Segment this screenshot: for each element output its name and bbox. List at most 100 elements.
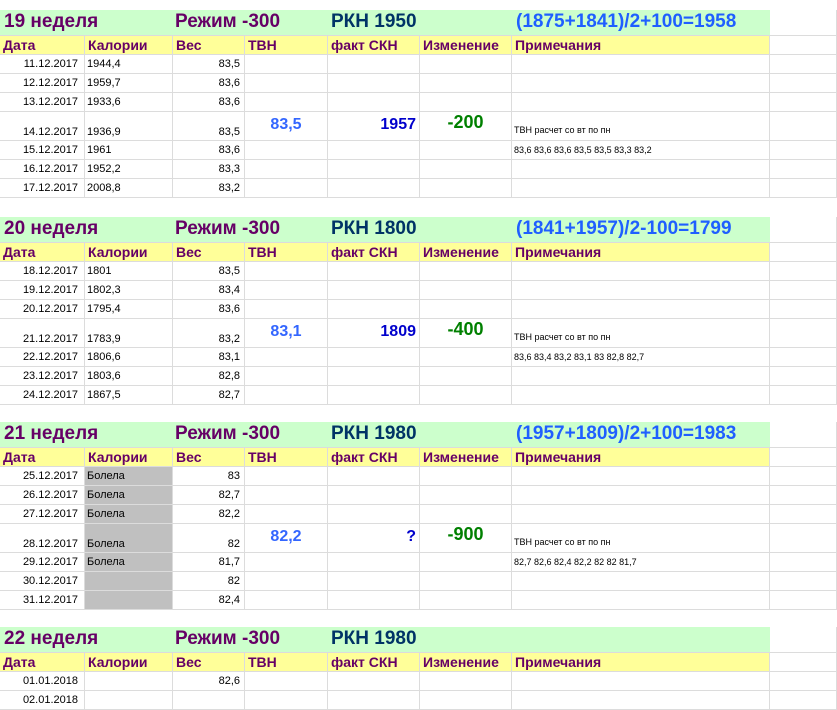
column-header-tvn: ТВН bbox=[245, 448, 328, 467]
mode-label: Режим -300 bbox=[173, 422, 328, 448]
tvn-cell bbox=[245, 281, 328, 300]
data-row: 26.12.2017 Болела 82,7 bbox=[0, 486, 837, 505]
fact-skn-cell bbox=[328, 367, 420, 386]
blank-cell bbox=[770, 448, 837, 467]
change-cell bbox=[420, 386, 512, 405]
blank-cell bbox=[770, 281, 837, 300]
data-row: 29.12.2017 Болела 81,7 82,7 82,6 82,4 82,2 … bbox=[0, 553, 837, 572]
calories-cell: 1961 bbox=[85, 141, 173, 160]
fact-skn-cell: 1957 bbox=[328, 112, 420, 141]
date-cell: 13.12.2017 bbox=[0, 93, 85, 112]
calories-cell: 1933,6 bbox=[85, 93, 173, 112]
weight-cell: 83,1 bbox=[173, 348, 245, 367]
formula bbox=[512, 627, 770, 653]
tvn-cell bbox=[245, 160, 328, 179]
column-header-notes: Примечания bbox=[512, 36, 770, 55]
note-cell bbox=[512, 486, 770, 505]
change-cell: -900 bbox=[420, 524, 512, 553]
blank-cell bbox=[770, 486, 837, 505]
tvn-cell bbox=[245, 262, 328, 281]
weight-cell: 83,2 bbox=[173, 179, 245, 198]
weight-cell: 83,5 bbox=[173, 262, 245, 281]
week-title: 21 неделя bbox=[0, 422, 173, 448]
date-cell: 15.12.2017 bbox=[0, 141, 85, 160]
formula: (1875+1841)/2+100=1958 bbox=[512, 10, 770, 36]
date-cell: 01.01.2018 bbox=[0, 672, 85, 691]
tvn-cell bbox=[245, 300, 328, 319]
tvn-cell: 83,5 bbox=[245, 112, 328, 141]
blank-cell bbox=[770, 319, 837, 348]
tvn-cell bbox=[245, 141, 328, 160]
date-cell: 14.12.2017 bbox=[0, 112, 85, 141]
note-cell bbox=[512, 300, 770, 319]
fact-skn-cell bbox=[328, 262, 420, 281]
fact-skn-cell bbox=[328, 281, 420, 300]
blank-cell bbox=[770, 112, 837, 141]
tvn-cell bbox=[245, 505, 328, 524]
mode-label: Режим -300 bbox=[173, 10, 328, 36]
spreadsheet: 19 неделя Режим -300 РКН 1950 (1875+1841)/2… bbox=[0, 0, 837, 710]
column-header-date: Дата bbox=[0, 243, 85, 262]
column-header-row: Дата Калории Вес ТВН факт СКН Изменение Примеч… bbox=[0, 36, 837, 55]
blank-cell bbox=[770, 505, 837, 524]
rkn-label: РКН 1950 bbox=[328, 10, 512, 36]
change-cell: -200 bbox=[420, 112, 512, 141]
data-row: 01.01.2018 82,6 bbox=[0, 672, 837, 691]
rkn-label: РКН 1980 bbox=[328, 422, 512, 448]
change-cell bbox=[420, 160, 512, 179]
date-cell: 18.12.2017 bbox=[0, 262, 85, 281]
blank-cell bbox=[770, 467, 837, 486]
calories-cell: 1867,5 bbox=[85, 386, 173, 405]
blank-cell bbox=[770, 179, 837, 198]
change-cell bbox=[420, 55, 512, 74]
tvn-cell bbox=[245, 691, 328, 710]
change-cell bbox=[420, 486, 512, 505]
blank-cell bbox=[770, 93, 837, 112]
weight-cell: 82,7 bbox=[173, 386, 245, 405]
tvn-cell bbox=[245, 553, 328, 572]
calories-cell: 2008,8 bbox=[85, 179, 173, 198]
date-cell: 11.12.2017 bbox=[0, 55, 85, 74]
weight-cell: 83,2 bbox=[173, 319, 245, 348]
tvn-cell bbox=[245, 572, 328, 591]
note-cell bbox=[512, 281, 770, 300]
calories-cell: 1802,3 bbox=[85, 281, 173, 300]
column-header-notes: Примечания bbox=[512, 448, 770, 467]
blank-cell bbox=[770, 386, 837, 405]
calories-cell: 1952,2 bbox=[85, 160, 173, 179]
calories-cell: 1783,9 bbox=[85, 319, 173, 348]
column-header-chg: Изменение bbox=[420, 653, 512, 672]
fact-skn-cell bbox=[328, 55, 420, 74]
note-cell: 83,6 83,6 83,6 83,5 83,5 83,3 83,2 bbox=[512, 141, 770, 160]
data-row: 30.12.2017 82 bbox=[0, 572, 837, 591]
calories-cell: 1795,4 bbox=[85, 300, 173, 319]
data-row: 13.12.2017 1933,6 83,6 bbox=[0, 93, 837, 112]
column-header-fact: факт СКН bbox=[328, 243, 420, 262]
data-row: 17.12.2017 2008,8 83,2 bbox=[0, 179, 837, 198]
change-cell bbox=[420, 93, 512, 112]
column-header-chg: Изменение bbox=[420, 243, 512, 262]
weight-cell: 82,7 bbox=[173, 486, 245, 505]
note-cell bbox=[512, 55, 770, 74]
weight-cell: 82,6 bbox=[173, 672, 245, 691]
note-cell bbox=[512, 572, 770, 591]
blank-cell bbox=[770, 262, 837, 281]
note-cell: 83,6 83,4 83,2 83,1 83 82,8 82,7 bbox=[512, 348, 770, 367]
calories-cell: 1806,6 bbox=[85, 348, 173, 367]
formula: (1841+1957)/2-100=1799 bbox=[512, 217, 770, 243]
note-cell bbox=[512, 591, 770, 610]
date-cell: 30.12.2017 bbox=[0, 572, 85, 591]
column-header-cal: Калории bbox=[85, 448, 173, 467]
blank-cell bbox=[770, 348, 837, 367]
weight-cell: 83,6 bbox=[173, 93, 245, 112]
change-cell bbox=[420, 691, 512, 710]
tvn-cell bbox=[245, 367, 328, 386]
tvn-cell: 82,2 bbox=[245, 524, 328, 553]
blank-cell bbox=[770, 422, 837, 448]
formula: (1957+1809)/2+100=1983 bbox=[512, 422, 770, 448]
change-cell bbox=[420, 672, 512, 691]
fact-skn-cell: 1809 bbox=[328, 319, 420, 348]
calories-cell bbox=[85, 591, 173, 610]
fact-skn-cell bbox=[328, 141, 420, 160]
date-cell: 25.12.2017 bbox=[0, 467, 85, 486]
